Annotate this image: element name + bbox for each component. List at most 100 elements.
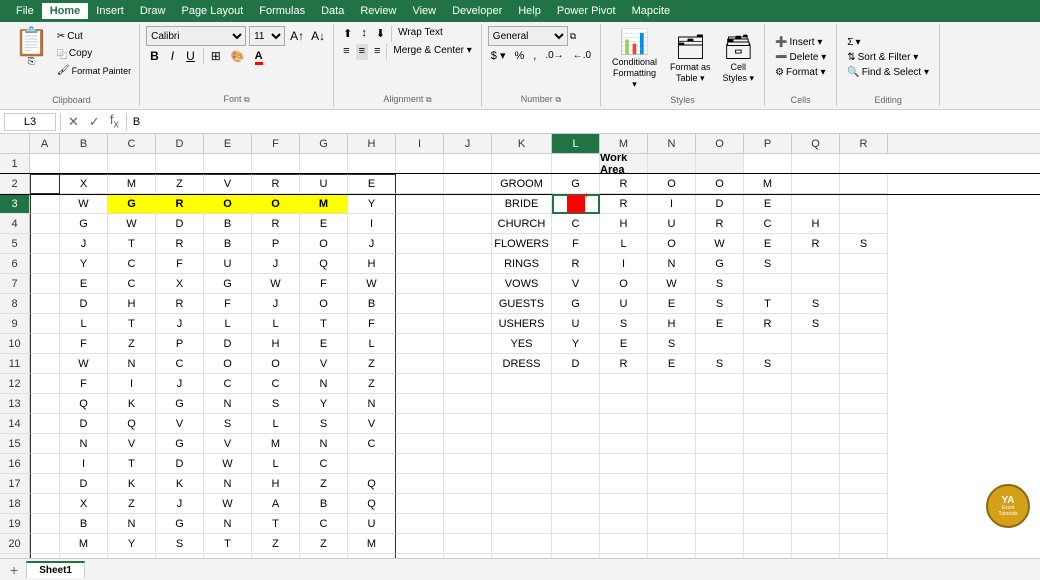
fill-color-button[interactable]: 🎨 <box>228 49 248 64</box>
name-box[interactable] <box>4 113 56 131</box>
sheet-cell[interactable] <box>30 234 60 254</box>
italic-button[interactable]: I <box>167 48 178 64</box>
sheet-cell[interactable]: O <box>648 174 696 194</box>
col-header-g[interactable]: G <box>300 134 348 153</box>
sheet-cell[interactable] <box>30 334 60 354</box>
sheet-cell[interactable] <box>600 434 648 454</box>
sheet-cell[interactable] <box>648 474 696 494</box>
sheet-cell[interactable]: N <box>648 254 696 274</box>
sheet-cell[interactable]: C <box>108 274 156 294</box>
sheet-cell[interactable]: N <box>204 514 252 534</box>
format-as-table-button[interactable]: 🗂 Format asTable ▾ <box>666 31 715 86</box>
sheet-cell[interactable] <box>744 274 792 294</box>
sheet-cell[interactable]: Work Area <box>600 154 648 174</box>
row-header[interactable]: 21 <box>0 554 30 558</box>
sheet-cell[interactable] <box>396 374 444 394</box>
sheet-cell[interactable] <box>30 354 60 374</box>
col-header-f[interactable]: F <box>252 134 300 153</box>
sheet-cell[interactable] <box>444 274 492 294</box>
align-top-button[interactable]: ⬆ <box>340 26 355 42</box>
sheet-cell[interactable]: U <box>204 254 252 274</box>
sheet-cell[interactable] <box>648 414 696 434</box>
sheet-cell[interactable] <box>396 234 444 254</box>
sheet-cell[interactable]: O <box>300 234 348 254</box>
sheet-cell[interactable] <box>840 194 888 214</box>
align-middle-button[interactable]: ↕ <box>358 26 370 42</box>
sheet-cell[interactable]: C <box>348 434 396 454</box>
sheet-cell[interactable]: S <box>600 314 648 334</box>
sheet-cell[interactable] <box>30 514 60 534</box>
bold-button[interactable]: B <box>146 48 163 64</box>
sheet-cell[interactable]: R <box>696 214 744 234</box>
sheet-cell[interactable]: Z <box>156 174 204 194</box>
sheet-cell[interactable] <box>444 154 492 174</box>
number-format-expand[interactable]: ⧉ <box>570 31 576 42</box>
sheet-cell[interactable]: S <box>696 274 744 294</box>
increase-font-button[interactable]: A↑ <box>288 28 306 44</box>
sheet-cell[interactable] <box>348 454 396 474</box>
col-header-m[interactable]: M <box>600 134 648 153</box>
tab-home[interactable]: Home <box>42 3 89 19</box>
tab-file[interactable]: File <box>8 3 42 19</box>
sheet-cell[interactable]: G <box>108 554 156 558</box>
sheet-cell[interactable] <box>744 394 792 414</box>
tab-view[interactable]: View <box>404 3 444 19</box>
sheet-cell[interactable]: E <box>648 354 696 374</box>
sheet-cell[interactable] <box>840 294 888 314</box>
sheet-cell[interactable]: BRIDE <box>492 194 552 214</box>
sheet-cell[interactable]: N <box>204 474 252 494</box>
sheet-cell[interactable]: K <box>156 474 204 494</box>
sheet-cell[interactable]: CHURCH <box>492 214 552 234</box>
sheet-cell[interactable]: DRESS <box>492 354 552 374</box>
sheet-cell[interactable] <box>444 334 492 354</box>
sheet-cell[interactable]: V <box>156 414 204 434</box>
sheet-cell[interactable] <box>30 454 60 474</box>
sheet-cell[interactable] <box>744 414 792 434</box>
sheet-cell[interactable]: S <box>252 394 300 414</box>
row-header[interactable]: 8 <box>0 294 30 314</box>
sheet-cell[interactable]: W <box>696 234 744 254</box>
row-header[interactable]: 17 <box>0 474 30 494</box>
sheet-cell[interactable]: O <box>696 174 744 194</box>
sheet-cell[interactable]: Q <box>300 254 348 274</box>
sheet-cell[interactable] <box>552 374 600 394</box>
sheet-cell[interactable] <box>396 454 444 474</box>
sheet-cell[interactable]: Z <box>300 474 348 494</box>
comma-button[interactable]: , <box>530 49 539 63</box>
sheet-cell[interactable]: J <box>348 234 396 254</box>
sheet-cell[interactable] <box>744 534 792 554</box>
sheet-cell[interactable]: D <box>60 294 108 314</box>
sheet-cell[interactable] <box>30 154 60 174</box>
sheet-cell[interactable] <box>792 494 840 514</box>
sheet-cell[interactable]: M <box>252 434 300 454</box>
sheet-cell[interactable] <box>840 414 888 434</box>
sheet-cell[interactable]: H <box>252 334 300 354</box>
sheet-cell[interactable]: S <box>696 354 744 374</box>
font-name-select[interactable]: Calibri <box>146 26 246 46</box>
sheet-cell[interactable] <box>744 494 792 514</box>
sheet-cell[interactable]: G <box>108 194 156 214</box>
cancel-icon[interactable]: ✕ <box>65 114 82 130</box>
sheet-cell[interactable]: W <box>60 194 108 214</box>
sheet-cell[interactable]: S <box>792 294 840 314</box>
sheet-cell[interactable] <box>396 274 444 294</box>
sheet-cell[interactable] <box>792 274 840 294</box>
sheet-cell[interactable] <box>30 414 60 434</box>
sheet-cell[interactable] <box>792 394 840 414</box>
sheet-cell[interactable]: T <box>300 314 348 334</box>
sheet-cell[interactable] <box>552 474 600 494</box>
sheet-cell[interactable] <box>840 394 888 414</box>
sheet-cell[interactable]: R <box>600 174 648 194</box>
col-header-q[interactable]: Q <box>792 134 840 153</box>
sheet-cell[interactable] <box>444 174 492 194</box>
sheet-cell[interactable] <box>444 454 492 474</box>
sheet-cell[interactable]: O <box>252 354 300 374</box>
sheet-cell[interactable]: B <box>204 214 252 234</box>
sheet-cell[interactable] <box>600 414 648 434</box>
sheet-cell[interactable]: I <box>348 214 396 234</box>
row-header[interactable]: 4 <box>0 214 30 234</box>
add-sheet-button[interactable]: + <box>4 560 24 580</box>
sheet-cell[interactable] <box>744 334 792 354</box>
sheet-cell[interactable] <box>696 514 744 534</box>
row-header[interactable]: 5 <box>0 234 30 254</box>
